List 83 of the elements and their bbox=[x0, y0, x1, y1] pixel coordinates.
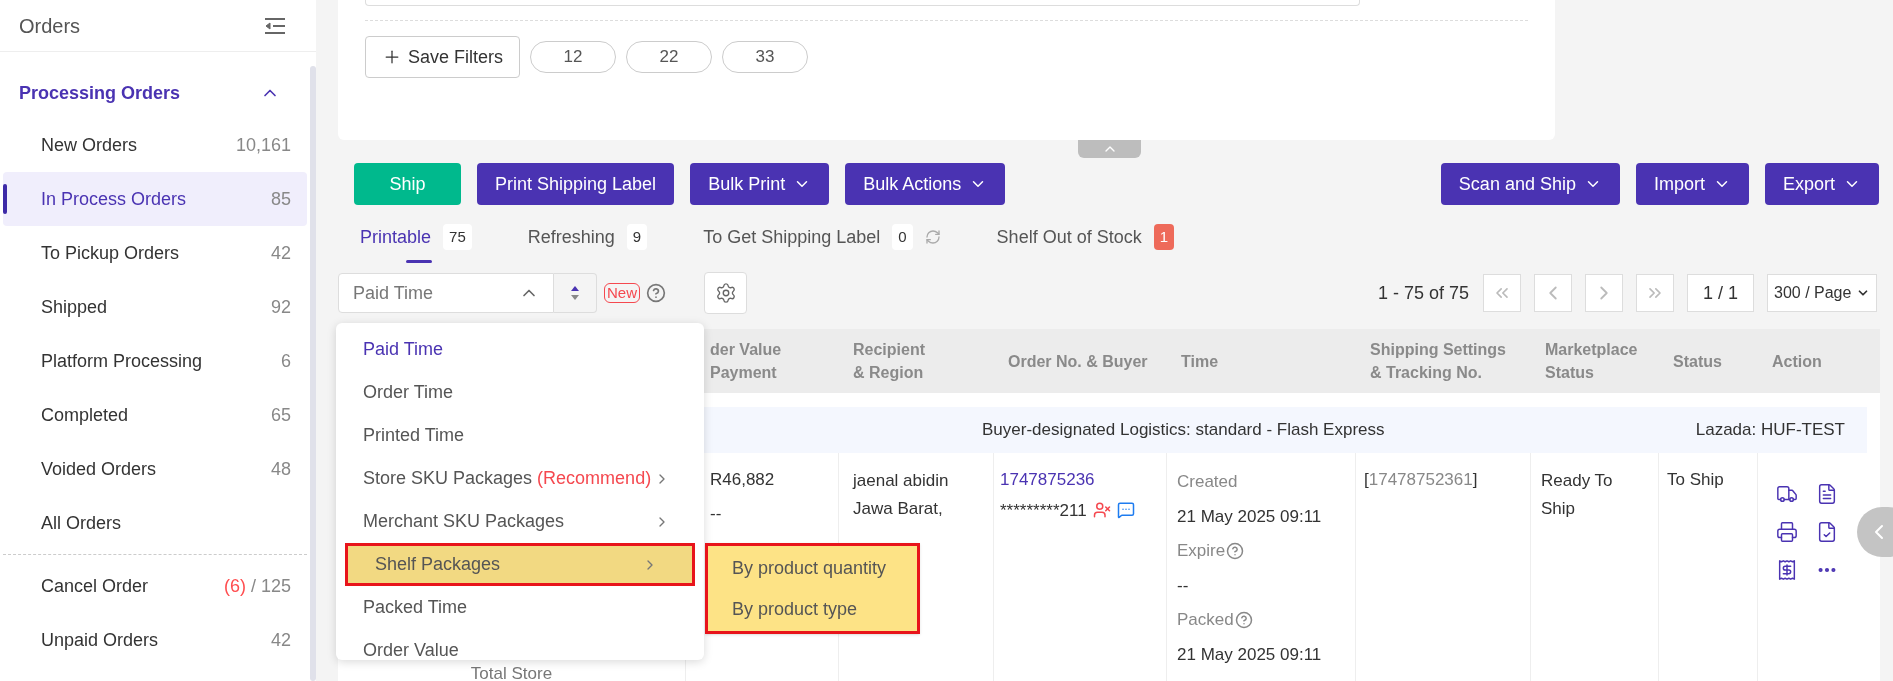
sort-order-button[interactable] bbox=[554, 273, 597, 313]
time-value: -- bbox=[1177, 574, 1190, 597]
receipt-icon[interactable] bbox=[1776, 559, 1798, 581]
sidebar-item[interactable]: Unpaid Orders 42 bbox=[3, 613, 307, 667]
truck-icon[interactable] bbox=[1776, 483, 1798, 505]
page-range: 1 - 75 of 75 bbox=[1377, 281, 1469, 305]
tracking-number: [17478752361] bbox=[1364, 470, 1478, 489]
toolbar-button[interactable]: Print Shipping Label bbox=[477, 163, 675, 205]
time-label: Expire bbox=[1177, 540, 1226, 562]
filter-field[interactable] bbox=[365, 0, 1360, 6]
sidebar-title: Orders bbox=[19, 13, 81, 39]
status-tab[interactable]: To Get Shipping Label bbox=[703, 215, 881, 259]
column-header: Action bbox=[1772, 351, 1822, 372]
print-icon[interactable] bbox=[1776, 521, 1798, 543]
save-filters-button[interactable]: Save Filters bbox=[365, 36, 521, 78]
new-badge: New bbox=[604, 283, 640, 303]
help-icon[interactable] bbox=[1226, 541, 1245, 560]
table-cell-text: Total Store bbox=[470, 663, 553, 681]
column-header: Recipient & Region bbox=[853, 340, 925, 383]
toolbar-button[interactable]: Bulk Actions bbox=[845, 163, 1006, 205]
column-header: Marketplace Status bbox=[1545, 340, 1638, 383]
status-tab[interactable]: Shelf Out of Stock bbox=[996, 215, 1142, 259]
help-icon[interactable] bbox=[646, 283, 666, 303]
column-header: Time bbox=[1181, 351, 1219, 372]
dropdown-option[interactable]: Store SKU Packages (Recommend) bbox=[336, 457, 704, 500]
status-text: To Ship bbox=[1667, 470, 1724, 489]
page-size-select[interactable]: 300 / Page bbox=[1767, 274, 1877, 312]
page-field[interactable]: 1 / 1 bbox=[1687, 274, 1754, 312]
sidebar-item[interactable]: Voided Orders 48 bbox=[3, 442, 307, 496]
column-header: der Value Payment bbox=[710, 340, 782, 383]
document-icon[interactable] bbox=[1816, 483, 1838, 505]
saved-filter-chip[interactable]: 12 bbox=[530, 41, 617, 73]
sidebar-item[interactable]: New Orders 10,161 bbox=[3, 118, 307, 172]
refresh-icon[interactable] bbox=[924, 229, 941, 245]
settings-button[interactable] bbox=[704, 272, 747, 314]
dropdown-option[interactable]: Paid Time bbox=[336, 328, 704, 371]
submenu-option[interactable]: By product quantity bbox=[732, 554, 917, 582]
dropdown-option[interactable]: Shelf Packages bbox=[345, 543, 695, 586]
time-label: Created bbox=[1177, 471, 1238, 493]
count-badge: 0 bbox=[892, 223, 913, 251]
sidebar-item[interactable]: To Pickup Orders 42 bbox=[3, 226, 307, 280]
dropdown-option[interactable]: Order Value bbox=[336, 629, 704, 660]
saved-filter-chip[interactable]: 22 bbox=[626, 41, 713, 73]
sidebar-item[interactable]: Shipped 92 bbox=[3, 280, 307, 334]
sidebar-item[interactable]: All Orders bbox=[3, 496, 307, 550]
collapse-toggle[interactable] bbox=[1078, 140, 1141, 158]
count-badge: 1 bbox=[1153, 223, 1175, 251]
sidebar-item[interactable]: Platform Processing 6 bbox=[3, 334, 307, 388]
column-header: Status bbox=[1673, 351, 1722, 372]
order-value: R46,882 bbox=[710, 469, 776, 491]
sidebar-item[interactable]: Cancel Order (6) / 125 bbox=[3, 559, 307, 613]
toolbar-button[interactable]: Bulk Print bbox=[690, 163, 830, 205]
toolbar-button[interactable]: Export bbox=[1764, 163, 1879, 205]
order-number-link[interactable]: 1747875236 bbox=[1000, 467, 1095, 493]
buyer-text: *********211 bbox=[1000, 499, 1087, 522]
sort-arrows-icon bbox=[570, 285, 580, 301]
dropdown-option[interactable]: Merchant SKU Packages bbox=[336, 500, 704, 543]
toolbar-button[interactable]: Scan and Ship bbox=[1440, 163, 1620, 205]
column-header: Shipping Settings & Tracking No. bbox=[1370, 340, 1506, 383]
toolbar-button[interactable]: Import bbox=[1635, 163, 1749, 205]
payment-value: -- bbox=[710, 502, 723, 525]
message-icon[interactable] bbox=[1116, 501, 1135, 520]
status-tab[interactable]: Refreshing bbox=[527, 215, 615, 259]
section-header[interactable]: Processing Orders bbox=[0, 68, 310, 118]
count-badge: 9 bbox=[626, 223, 648, 251]
sidebar-item[interactable]: In Process Orders 85 bbox=[3, 172, 307, 226]
marketplace-status: Ready To Ship bbox=[1541, 470, 1614, 520]
recipient-text: jaenal abidin Jawa Barat, bbox=[853, 471, 949, 518]
submenu-option[interactable]: By product type bbox=[732, 595, 917, 623]
count-badge: 75 bbox=[443, 223, 472, 251]
column-header: Order No. & Buyer bbox=[1008, 351, 1148, 372]
time-value: 21 May 2025 09:11 bbox=[1177, 643, 1323, 666]
settings-icon bbox=[714, 282, 737, 304]
saved-filter-chip[interactable]: 33 bbox=[722, 41, 809, 73]
document-check-icon[interactable] bbox=[1816, 521, 1838, 543]
help-icon[interactable] bbox=[1234, 610, 1253, 629]
sidebar-item[interactable]: Completed 65 bbox=[3, 388, 307, 442]
collapse-menu-icon[interactable] bbox=[264, 16, 286, 35]
sort-select[interactable]: Paid Time bbox=[338, 273, 554, 313]
time-value: 21 May 2025 09:11 bbox=[1177, 505, 1323, 528]
dropdown-option[interactable]: Packed Time bbox=[336, 586, 704, 629]
time-label: Packed bbox=[1177, 609, 1234, 631]
user-blocked-icon[interactable] bbox=[1092, 501, 1111, 520]
